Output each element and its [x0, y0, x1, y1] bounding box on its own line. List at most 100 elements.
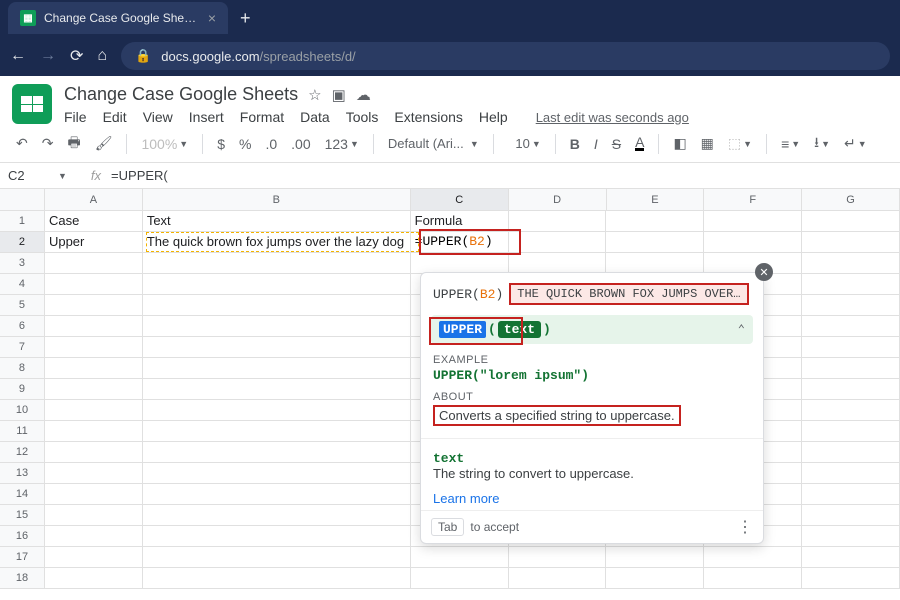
cell-B4[interactable]	[143, 274, 411, 294]
home-icon[interactable]: ⌂	[97, 47, 107, 65]
cell-A3[interactable]	[45, 253, 143, 273]
popup-close-icon[interactable]: ✕	[755, 263, 773, 281]
star-icon[interactable]: ☆	[308, 86, 321, 104]
address-bar[interactable]: 🔒 docs.google.com/spreadsheets/d/	[121, 42, 890, 70]
row-header[interactable]: 8	[0, 358, 45, 378]
row-header[interactable]: 10	[0, 400, 45, 420]
row-header[interactable]: 5	[0, 295, 45, 315]
cell-D17[interactable]	[509, 547, 607, 567]
cell-B3[interactable]	[143, 253, 411, 273]
cell-A2[interactable]: Upper	[45, 232, 143, 252]
cell-B5[interactable]	[143, 295, 411, 315]
name-box[interactable]: C2	[0, 168, 50, 183]
back-icon[interactable]: ←	[10, 47, 26, 65]
cell-G14[interactable]	[802, 484, 900, 504]
cell-B10[interactable]	[143, 400, 411, 420]
row-header[interactable]: 17	[0, 547, 45, 567]
formula-input[interactable]: =UPPER(	[111, 168, 168, 183]
cell-B6[interactable]	[143, 316, 411, 336]
col-header-a[interactable]: A	[45, 189, 143, 210]
horizontal-align-icon[interactable]: ≡▼	[777, 132, 804, 156]
redo-icon[interactable]: ↷	[38, 131, 58, 156]
row-header[interactable]: 3	[0, 253, 45, 273]
cell-G17[interactable]	[802, 547, 900, 567]
document-title[interactable]: Change Case Google Sheets	[64, 84, 298, 105]
cell-G1[interactable]	[802, 211, 900, 231]
cell-G8[interactable]	[802, 358, 900, 378]
cell-A17[interactable]	[45, 547, 143, 567]
cell-F17[interactable]	[704, 547, 802, 567]
cell-E3[interactable]	[606, 253, 704, 273]
cell-A16[interactable]	[45, 526, 143, 546]
cell-E1[interactable]	[606, 211, 704, 231]
cell-A4[interactable]	[45, 274, 143, 294]
zoom-selector[interactable]: 100% ▼	[137, 132, 192, 156]
cell-D3[interactable]	[509, 253, 607, 273]
menu-tools[interactable]: Tools	[346, 109, 379, 125]
cell-A1[interactable]: Case	[45, 211, 143, 231]
cell-B15[interactable]	[143, 505, 411, 525]
cell-A11[interactable]	[45, 421, 143, 441]
undo-icon[interactable]: ↶	[12, 131, 32, 156]
cell-F2[interactable]	[704, 232, 802, 252]
cell-A6[interactable]	[45, 316, 143, 336]
cell-D1[interactable]	[509, 211, 607, 231]
cell-D2[interactable]	[509, 232, 607, 252]
cell-B8[interactable]	[143, 358, 411, 378]
col-header-f[interactable]: F	[704, 189, 802, 210]
row-header[interactable]: 18	[0, 568, 45, 588]
cell-C18[interactable]	[411, 568, 509, 588]
cell-E18[interactable]	[606, 568, 704, 588]
row-header[interactable]: 11	[0, 421, 45, 441]
row-header[interactable]: 9	[0, 379, 45, 399]
cell-B16[interactable]	[143, 526, 411, 546]
text-color-icon[interactable]: A	[631, 132, 648, 155]
cell-A5[interactable]	[45, 295, 143, 315]
borders-icon[interactable]: ▦	[697, 131, 718, 156]
browser-tab[interactable]: ▦ Change Case Google Sheets - Go ×	[8, 2, 228, 34]
cell-E17[interactable]	[606, 547, 704, 567]
row-header[interactable]: 16	[0, 526, 45, 546]
cell-F18[interactable]	[704, 568, 802, 588]
row-header[interactable]: 15	[0, 505, 45, 525]
name-box-caret-icon[interactable]: ▼	[58, 171, 67, 181]
cell-F1[interactable]	[704, 211, 802, 231]
cell-C2[interactable]: =UPPER(B2)	[411, 232, 509, 252]
move-icon[interactable]: ▣	[332, 86, 346, 104]
forward-icon[interactable]: →	[40, 47, 56, 65]
cell-A15[interactable]	[45, 505, 143, 525]
cell-C3[interactable]	[411, 253, 509, 273]
cell-B1[interactable]: Text	[143, 211, 411, 231]
reload-icon[interactable]: ⟳	[70, 46, 83, 66]
cell-A9[interactable]	[45, 379, 143, 399]
cell-G10[interactable]	[802, 400, 900, 420]
cell-B17[interactable]	[143, 547, 411, 567]
cloud-icon[interactable]: ☁	[356, 86, 371, 104]
cell-G5[interactable]	[802, 295, 900, 315]
cell-B7[interactable]	[143, 337, 411, 357]
cell-G18[interactable]	[802, 568, 900, 588]
cell-B13[interactable]	[143, 463, 411, 483]
cell-A12[interactable]	[45, 442, 143, 462]
menu-file[interactable]: File	[64, 109, 87, 125]
cell-C1[interactable]: Formula	[411, 211, 509, 231]
text-wrap-icon[interactable]: ↵▼	[840, 131, 871, 156]
col-header-e[interactable]: E	[607, 189, 705, 210]
percent-icon[interactable]: %	[235, 132, 255, 156]
font-size-selector[interactable]: 10 ▼	[504, 132, 545, 155]
italic-icon[interactable]: I	[590, 132, 602, 156]
cell-G4[interactable]	[802, 274, 900, 294]
col-header-d[interactable]: D	[509, 189, 607, 210]
cell-A18[interactable]	[45, 568, 143, 588]
menu-help[interactable]: Help	[479, 109, 508, 125]
row-header[interactable]: 2	[0, 232, 45, 252]
row-header[interactable]: 6	[0, 316, 45, 336]
strikethrough-icon[interactable]: S	[608, 132, 625, 156]
more-formats-button[interactable]: 123▼	[321, 132, 363, 156]
cell-B18[interactable]	[143, 568, 411, 588]
menu-insert[interactable]: Insert	[189, 109, 224, 125]
currency-icon[interactable]: $	[213, 132, 229, 156]
cell-A8[interactable]	[45, 358, 143, 378]
cell-G16[interactable]	[802, 526, 900, 546]
increase-decimal-icon[interactable]: .00	[287, 132, 314, 156]
